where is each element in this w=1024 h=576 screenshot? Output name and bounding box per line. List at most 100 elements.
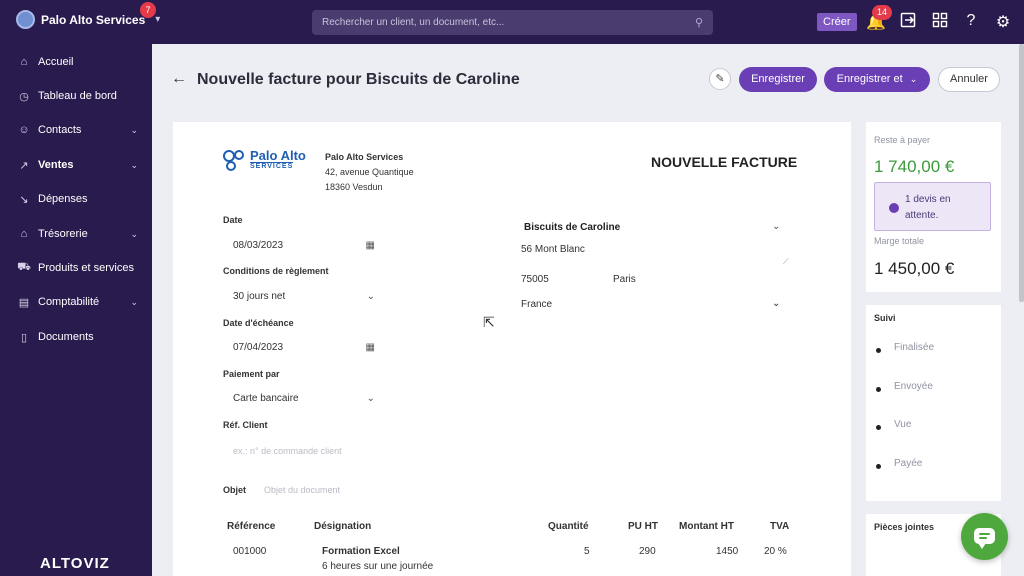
client-ref-input[interactable]: ex.: n° de commande client xyxy=(223,441,383,461)
sidebar-item-ventes[interactable]: ↗ Ventes ⌄ xyxy=(0,153,152,177)
document-title: NOUVELLE FACTURE xyxy=(651,154,798,170)
sidebar-item-documents[interactable]: ▯ Documents xyxy=(0,325,152,349)
edit-icon[interactable]: ✎ xyxy=(709,68,731,90)
status-finalisee: Finalisée xyxy=(894,342,935,353)
calendar-icon[interactable]: ▦ xyxy=(366,236,375,256)
row-description[interactable]: 6 heures sur une journée xyxy=(322,561,433,572)
chevron-down-icon: ⌄ xyxy=(909,74,918,84)
client-zip[interactable]: 75005 xyxy=(521,274,549,285)
margin-amount: 1 450,00 € xyxy=(874,259,955,278)
sidebar-item-label: Documents xyxy=(38,331,94,343)
chevron-down-icon: ⌄ xyxy=(366,393,375,404)
payment-label: Paiement par xyxy=(223,369,280,379)
dashboard-icon: ◷ xyxy=(19,90,29,103)
gear-icon[interactable]: ⚙ xyxy=(993,12,1013,32)
status-payee: Payée xyxy=(894,458,923,469)
objet-input[interactable]: Objet du document xyxy=(264,485,340,495)
remaining-label: Reste à payer xyxy=(874,135,931,145)
row-unit-price[interactable]: 290 xyxy=(639,546,656,557)
sidebar: ⌂ Accueil ◷ Tableau de bord ☺ Contacts ⌄… xyxy=(0,44,152,576)
terms-select[interactable]: 30 jours net ⌄ xyxy=(223,287,383,307)
suivi-title: Suivi xyxy=(874,313,896,323)
date-label: Date xyxy=(223,215,243,225)
col-header-unit-price: PU HT xyxy=(628,521,658,532)
terms-label: Conditions de règlement xyxy=(223,266,329,276)
sidebar-item-label: Ventes xyxy=(38,159,74,171)
org-switcher[interactable]: Palo Alto Services ▾ 7 xyxy=(16,2,161,29)
chevron-down-icon: ⌄ xyxy=(130,296,138,307)
search-input[interactable]: Rechercher un client, un document, etc..… xyxy=(312,10,713,35)
scrollbar[interactable] xyxy=(1019,44,1024,302)
logout-icon[interactable] xyxy=(898,12,918,33)
pending-quote-notice[interactable]: 1 devis en attente. xyxy=(874,182,991,231)
sidebar-item-label: Trésorerie xyxy=(38,228,88,240)
org-badge: 7 xyxy=(140,2,156,18)
row-quantity[interactable]: 5 xyxy=(584,546,590,557)
company-address: Palo Alto Services 42, avenue Quantique … xyxy=(325,150,414,195)
company-street: 42, avenue Quantique xyxy=(325,167,414,177)
sidebar-item-comptabilite[interactable]: ▤ Comptabilité ⌄ xyxy=(0,290,152,314)
objet-label: Objet xyxy=(223,485,247,495)
chevron-down-icon: ▾ xyxy=(155,14,161,25)
date-field[interactable]: 08/03/2023 ▦ xyxy=(223,236,383,256)
row-tva[interactable]: 20 % xyxy=(764,546,787,557)
home-icon: ⌂ xyxy=(20,56,28,68)
status-dot xyxy=(876,348,881,353)
attachments-title: Pièces jointes xyxy=(874,522,935,532)
status-vue: Vue xyxy=(894,419,912,430)
sidebar-item-produits[interactable]: ⛟ Produits et services xyxy=(0,256,152,280)
search-icon: ⚲ xyxy=(694,17,703,29)
suivi-panel xyxy=(866,305,1001,501)
status-envoyee: Envoyée xyxy=(894,381,933,392)
status-dot xyxy=(876,387,881,392)
org-name: Palo Alto Services xyxy=(41,12,146,27)
client-country-select[interactable]: France xyxy=(521,299,552,310)
row-reference[interactable]: 001000 xyxy=(233,546,266,557)
chart-icon: ↗ xyxy=(19,159,29,172)
brand-logo: ALTOVIZ xyxy=(40,555,110,572)
client-city[interactable]: Paris xyxy=(613,274,636,285)
due-date-field[interactable]: 07/04/2023 ▦ xyxy=(223,338,383,358)
calendar-icon[interactable]: ▦ xyxy=(366,338,375,358)
resize-handle-icon[interactable]: ⟋ xyxy=(783,257,789,267)
notification-badge: 14 xyxy=(872,5,893,20)
gears-icon xyxy=(223,150,244,171)
help-icon[interactable]: ? xyxy=(961,12,981,30)
sidebar-item-dashboard[interactable]: ◷ Tableau de bord xyxy=(0,84,152,108)
due-date-label: Date d'échéance xyxy=(223,318,294,328)
cart-icon: ⛟ xyxy=(17,261,31,273)
col-header-quantity: Quantité xyxy=(548,521,589,532)
sidebar-item-depenses[interactable]: ↘ Dépenses xyxy=(0,187,152,211)
payment-select[interactable]: Carte bancaire ⌄ xyxy=(223,389,383,409)
create-button[interactable]: Créer xyxy=(817,13,857,31)
save-and-label: Enregistrer et xyxy=(836,73,903,85)
apps-grid-icon[interactable] xyxy=(930,12,950,33)
client-street[interactable]: 56 Mont Blanc xyxy=(521,244,585,255)
sidebar-item-accueil[interactable]: ⌂ Accueil xyxy=(0,50,152,74)
remaining-amount: 1 740,00 € xyxy=(874,157,955,176)
chevron-down-icon: ⌄ xyxy=(772,221,781,232)
payment-value: Carte bancaire xyxy=(233,393,299,404)
col-header-tva: TVA xyxy=(770,521,790,532)
company-logo: Palo Alto SERVICES xyxy=(222,146,308,174)
status-dot xyxy=(876,464,881,469)
client-ref-label: Réf. Client xyxy=(223,420,268,430)
sidebar-item-label: Accueil xyxy=(38,56,74,68)
client-select[interactable]: Biscuits de Caroline xyxy=(524,222,620,233)
sidebar-item-label: Tableau de bord xyxy=(38,90,117,102)
save-button[interactable]: Enregistrer xyxy=(739,67,817,92)
row-designation[interactable]: Formation Excel xyxy=(322,546,400,557)
back-arrow-icon[interactable]: ← xyxy=(171,70,187,88)
document-icon: ▯ xyxy=(20,331,28,344)
status-dot xyxy=(876,425,881,430)
top-bar: Palo Alto Services ▾ 7 Rechercher un cli… xyxy=(0,0,1024,44)
sidebar-item-tresorerie[interactable]: ⌂ Trésorerie ⌄ xyxy=(0,222,152,246)
company-name: Palo Alto Services xyxy=(325,152,404,162)
col-header-amount: Montant HT xyxy=(679,521,734,532)
sidebar-item-label: Dépenses xyxy=(38,193,88,205)
org-avatar xyxy=(16,10,35,29)
sidebar-item-contacts[interactable]: ☺ Contacts ⌄ xyxy=(0,118,152,142)
save-and-button[interactable]: Enregistrer et ⌄ xyxy=(824,67,930,92)
cancel-button[interactable]: Annuler xyxy=(938,67,1000,92)
chat-button[interactable] xyxy=(961,513,1008,560)
